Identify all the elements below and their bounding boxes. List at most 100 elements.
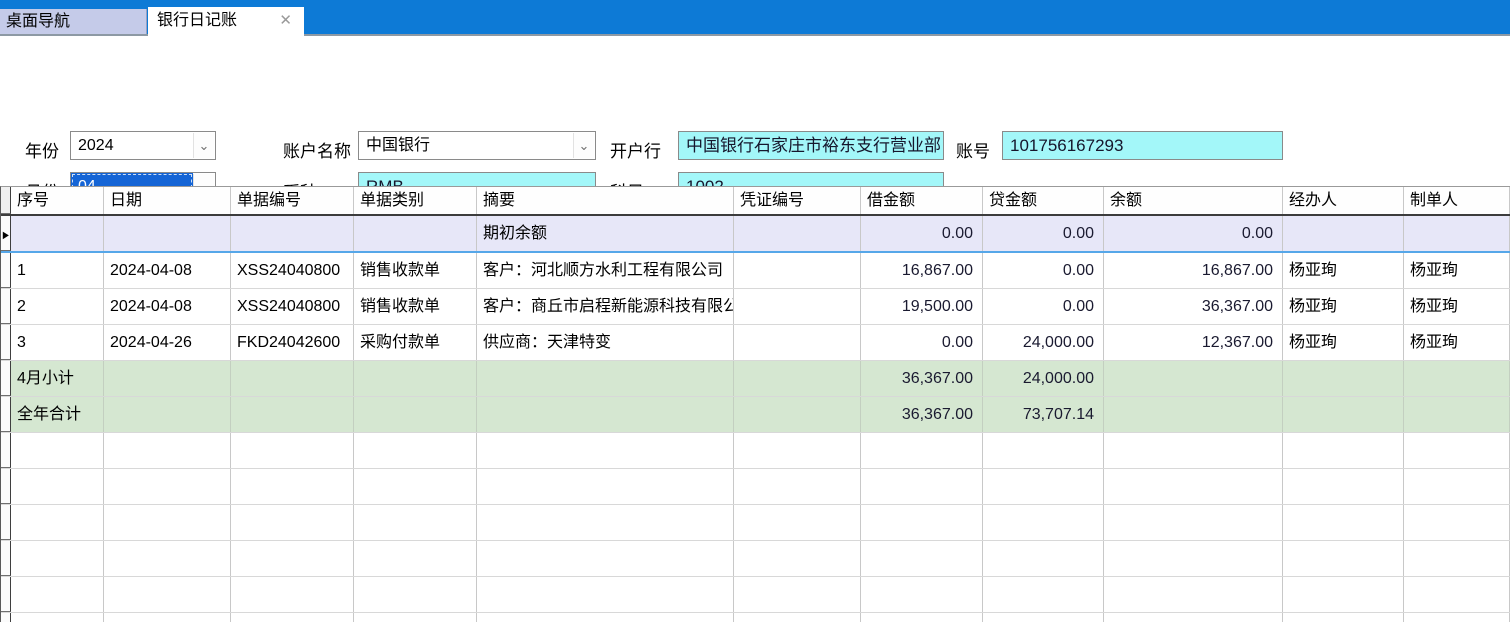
cell-voucher-no[interactable] bbox=[734, 216, 861, 251]
cell-seq[interactable]: 4月小计 bbox=[11, 361, 104, 396]
cell-date[interactable]: 2024-04-08 bbox=[104, 289, 231, 324]
cell-handler[interactable] bbox=[1283, 361, 1404, 396]
cell-doc-no[interactable]: FKD24042600 bbox=[231, 325, 354, 360]
header-debit[interactable]: 借金额 bbox=[861, 187, 983, 214]
close-icon[interactable]: ✕ bbox=[279, 7, 292, 35]
cell-summary[interactable]: 供应商：天津特变 bbox=[477, 325, 734, 360]
cell-doc-type[interactable] bbox=[354, 397, 477, 432]
cell-preparer[interactable] bbox=[1404, 361, 1510, 396]
cell-summary[interactable] bbox=[477, 361, 734, 396]
cell-preparer[interactable]: 杨亚珣 bbox=[1404, 325, 1510, 360]
cell-date[interactable] bbox=[104, 361, 231, 396]
cell-handler[interactable] bbox=[1283, 397, 1404, 432]
cell-voucher-no[interactable] bbox=[734, 289, 861, 324]
cell-debit[interactable]: 0.00 bbox=[861, 325, 983, 360]
cell-credit[interactable]: 24,000.00 bbox=[983, 361, 1104, 396]
dropdown-button[interactable]: ⌄ bbox=[193, 133, 214, 158]
cell-voucher-no[interactable] bbox=[734, 361, 861, 396]
table-row[interactable]: 22024-04-08XSS24040800销售收款单客户：商丘市启程新能源科技… bbox=[1, 289, 1510, 325]
row-indicator[interactable] bbox=[1, 253, 11, 288]
header-balance[interactable]: 余额 bbox=[1104, 187, 1283, 214]
row-indicator[interactable] bbox=[1, 289, 11, 324]
cell-seq[interactable] bbox=[11, 216, 104, 251]
row-indicator[interactable]: ▶ bbox=[1, 216, 11, 251]
cell-handler[interactable] bbox=[1283, 216, 1404, 251]
cell-credit[interactable]: 73,707.14 bbox=[983, 397, 1104, 432]
account-name-select[interactable]: 中国银行 ⌄ bbox=[358, 131, 596, 160]
cell-summary[interactable]: 客户：河北顺方水利工程有限公司 bbox=[477, 253, 734, 288]
tab-bank-journal[interactable]: 银行日记账 ✕ bbox=[148, 7, 304, 38]
cell-balance[interactable] bbox=[1104, 361, 1283, 396]
cell-seq[interactable]: 全年合计 bbox=[11, 397, 104, 432]
cell-debit[interactable]: 36,367.00 bbox=[861, 361, 983, 396]
cell-doc-type[interactable] bbox=[354, 216, 477, 251]
cell-date[interactable] bbox=[104, 397, 231, 432]
header-doc-type[interactable]: 单据类别 bbox=[354, 187, 477, 214]
header-seq[interactable]: 序号 bbox=[11, 187, 104, 214]
table-row[interactable]: 12024-04-08XSS24040800销售收款单客户：河北顺方水利工程有限… bbox=[1, 253, 1510, 289]
cell-debit[interactable]: 19,500.00 bbox=[861, 289, 983, 324]
cell-doc-type[interactable]: 销售收款单 bbox=[354, 253, 477, 288]
account-number-field[interactable]: 101756167293 bbox=[1002, 131, 1283, 160]
cell-preparer[interactable]: 杨亚珣 bbox=[1404, 253, 1510, 288]
cell-voucher-no[interactable] bbox=[734, 325, 861, 360]
header-handler[interactable]: 经办人 bbox=[1283, 187, 1404, 214]
header-voucher-no[interactable]: 凭证编号 bbox=[734, 187, 861, 214]
cell-handler[interactable]: 杨亚珣 bbox=[1283, 253, 1404, 288]
dropdown-button[interactable]: ⌄ bbox=[573, 133, 594, 158]
table-row[interactable]: 32024-04-26FKD24042600采购付款单供应商：天津特变 0.002… bbox=[1, 325, 1510, 361]
cell-doc-type[interactable] bbox=[354, 361, 477, 396]
table-row[interactable]: 全年合计 36,367.0073,707.14 bbox=[1, 397, 1510, 433]
table-row[interactable]: 4月小计 36,367.0024,000.00 bbox=[1, 361, 1510, 397]
row-indicator[interactable] bbox=[1, 361, 11, 396]
cell-doc-no[interactable]: XSS24040800 bbox=[231, 289, 354, 324]
cell-debit[interactable]: 16,867.00 bbox=[861, 253, 983, 288]
cell-doc-no[interactable] bbox=[231, 361, 354, 396]
cell-handler[interactable]: 杨亚珣 bbox=[1283, 325, 1404, 360]
year-select[interactable]: 2024 ⌄ bbox=[70, 131, 216, 160]
header-credit[interactable]: 贷金额 bbox=[983, 187, 1104, 214]
filter-form: 年份 2024 ⌄ 月份 04 ⌄ 账户名称 中国银行 ⌄ 币种 RMB 开户行… bbox=[0, 38, 1510, 186]
cell-credit[interactable]: 0.00 bbox=[983, 289, 1104, 324]
cell-preparer[interactable] bbox=[1404, 216, 1510, 251]
cell-seq[interactable]: 3 bbox=[11, 325, 104, 360]
bank-branch-field[interactable]: 中国银行石家庄市裕东支行营业部 bbox=[678, 131, 944, 160]
cell-balance[interactable]: 12,367.00 bbox=[1104, 325, 1283, 360]
cell-preparer[interactable]: 杨亚珣 bbox=[1404, 289, 1510, 324]
cell-summary[interactable]: 期初余额 bbox=[477, 216, 734, 251]
row-indicator[interactable] bbox=[1, 397, 11, 432]
row-indicator[interactable] bbox=[1, 325, 11, 360]
header-date[interactable]: 日期 bbox=[104, 187, 231, 214]
cell-doc-type[interactable]: 销售收款单 bbox=[354, 289, 477, 324]
cell-date[interactable] bbox=[104, 216, 231, 251]
cell-date[interactable]: 2024-04-26 bbox=[104, 325, 231, 360]
cell-balance[interactable] bbox=[1104, 397, 1283, 432]
cell-debit[interactable]: 36,367.00 bbox=[861, 397, 983, 432]
cell-date[interactable]: 2024-04-08 bbox=[104, 253, 231, 288]
cell-summary[interactable] bbox=[477, 397, 734, 432]
cell-balance[interactable]: 16,867.00 bbox=[1104, 253, 1283, 288]
cell-credit[interactable]: 0.00 bbox=[983, 253, 1104, 288]
cell-doc-no[interactable]: XSS24040800 bbox=[231, 253, 354, 288]
cell-credit[interactable]: 0.00 bbox=[983, 216, 1104, 251]
header-summary[interactable]: 摘要 bbox=[477, 187, 734, 214]
header-preparer[interactable]: 制单人 bbox=[1404, 187, 1510, 214]
cell-doc-type[interactable]: 采购付款单 bbox=[354, 325, 477, 360]
cell-credit[interactable]: 24,000.00 bbox=[983, 325, 1104, 360]
cell-seq[interactable]: 2 bbox=[11, 289, 104, 324]
cell-debit[interactable]: 0.00 bbox=[861, 216, 983, 251]
cell-doc-no[interactable] bbox=[231, 216, 354, 251]
cell-balance[interactable]: 36,367.00 bbox=[1104, 289, 1283, 324]
cell-voucher-no[interactable] bbox=[734, 397, 861, 432]
cell-doc-no[interactable] bbox=[231, 397, 354, 432]
cell-preparer[interactable] bbox=[1404, 397, 1510, 432]
cell-handler[interactable]: 杨亚珣 bbox=[1283, 289, 1404, 324]
cell-summary bbox=[477, 433, 734, 468]
cell-seq[interactable]: 1 bbox=[11, 253, 104, 288]
cell-balance[interactable]: 0.00 bbox=[1104, 216, 1283, 251]
header-doc-no[interactable]: 单据编号 bbox=[231, 187, 354, 214]
tab-desktop-navigation[interactable]: 桌面导航 bbox=[0, 9, 147, 34]
table-row[interactable]: ▶期初余额0.000.000.00 bbox=[1, 216, 1510, 253]
cell-summary[interactable]: 客户：商丘市启程新能源科技有限公司 bbox=[477, 289, 734, 324]
cell-voucher-no[interactable] bbox=[734, 253, 861, 288]
